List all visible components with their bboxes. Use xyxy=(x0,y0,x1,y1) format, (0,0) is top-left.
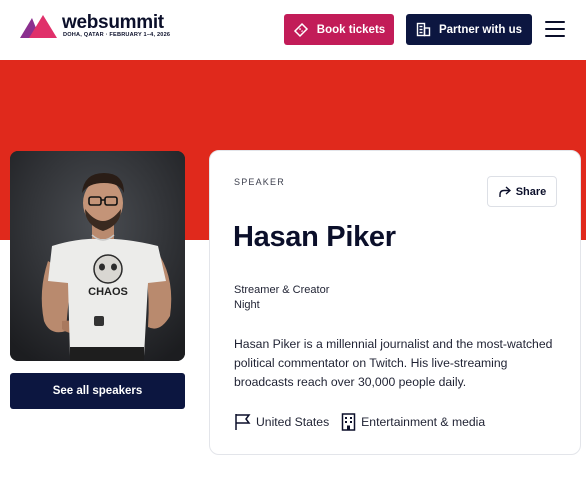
speaker-card: SPEAKER Share Hasan Piker Streamer & Cre… xyxy=(209,150,581,455)
speaker-meta: United States Entertainment & media xyxy=(234,413,497,431)
speaker-title: Streamer & Creator xyxy=(234,284,330,296)
speaker-name: Hasan Piker xyxy=(233,221,396,253)
country-label: United States xyxy=(256,415,330,429)
partner-with-us-label: Partner with us xyxy=(438,23,523,36)
websummit-logo[interactable]: websummit DOHA, QATAR · FEBRUARY 1–4, 20… xyxy=(20,12,170,42)
ticket-icon xyxy=(293,22,308,37)
share-label: Share xyxy=(515,185,547,198)
share-button[interactable]: Share xyxy=(487,176,557,207)
logo-mark-icon xyxy=(20,15,57,38)
shirt-print-text: CHAOS xyxy=(88,286,128,298)
speaker-bio: Hasan Piker is a millennial journalist a… xyxy=(234,337,553,389)
partner-with-us-button[interactable]: Partner with us xyxy=(406,14,532,45)
category-label: Entertainment & media xyxy=(361,415,486,429)
office-building-icon xyxy=(341,413,356,431)
hamburger-menu-icon[interactable] xyxy=(545,20,565,38)
speaker-eyebrow: SPEAKER xyxy=(234,177,285,187)
site-header: websummit DOHA, QATAR · FEBRUARY 1–4, 20… xyxy=(0,0,586,60)
speaker-photo: CHAOS xyxy=(10,151,185,361)
flag-icon xyxy=(235,414,251,430)
book-tickets-button[interactable]: Book tickets xyxy=(284,14,394,45)
logo-wordmark: websummit xyxy=(62,12,164,33)
speaker-role: Streamer & Creator Night xyxy=(234,283,329,313)
event-location-date: DOHA, QATAR · FEBRUARY 1–4, 2026 xyxy=(63,32,171,38)
speaker-category: Entertainment & media xyxy=(341,413,485,431)
book-tickets-label: Book tickets xyxy=(316,23,386,36)
speaker-company: Night xyxy=(234,299,260,311)
building-icon xyxy=(416,22,431,37)
speaker-country: United States xyxy=(234,413,329,431)
see-all-speakers-button[interactable]: See all speakers xyxy=(10,373,185,409)
share-icon xyxy=(499,185,511,197)
